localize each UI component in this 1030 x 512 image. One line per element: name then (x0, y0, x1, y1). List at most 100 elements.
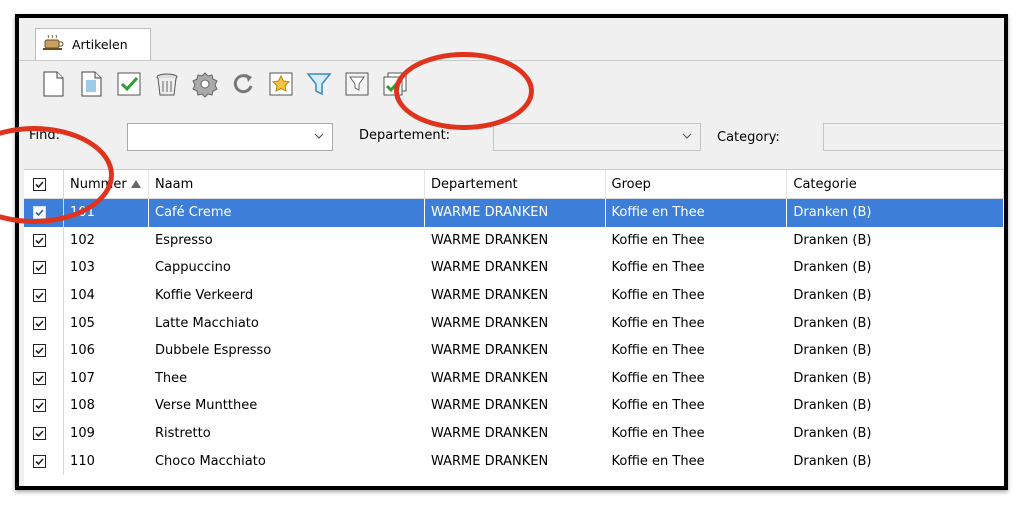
tab-label: Artikelen (72, 37, 128, 52)
select-all-checkbox[interactable] (24, 170, 65, 199)
cell-groep: Koffie en Thee (605, 364, 788, 393)
cell-categorie: Dranken (B) (786, 309, 1004, 337)
cell-nummer: 101 (63, 198, 149, 227)
row-checkbox[interactable] (24, 419, 65, 448)
row-checkbox[interactable] (24, 447, 65, 475)
cell-departement: WARME DRANKEN (424, 198, 606, 227)
filter-icon (305, 70, 333, 102)
cell-groep: Koffie en Thee (605, 336, 788, 365)
window-frame: Artikelen Find: Departement: Category: N… (15, 14, 1008, 490)
table-row[interactable]: 102 Espresso WARME DRANKEN Koffie en Thee Dr… (24, 226, 1004, 255)
column-header-categorie[interactable]: Categorie (786, 170, 1004, 199)
checkbox-checked-icon (33, 233, 46, 247)
chevron-down-icon (682, 130, 692, 140)
cell-naam: Koffie Verkeerd (148, 281, 425, 310)
new-button[interactable] (37, 70, 69, 102)
cell-naam: Latte Macchiato (148, 309, 425, 337)
table-row[interactable]: 106 Dubbele Espresso WARME DRANKEN Koffie e… (24, 336, 1004, 365)
cell-naam: Cappuccino (148, 254, 425, 282)
cell-departement: WARME DRANKEN (424, 447, 606, 475)
cell-naam: Verse Muntthee (148, 392, 425, 420)
row-checkbox[interactable] (24, 254, 65, 282)
table-row[interactable]: 105 Latte Macchiato WARME DRANKEN Koffie en… (24, 309, 1004, 337)
cell-nummer: 110 (63, 447, 149, 475)
column-header-nummer[interactable]: Nummer (63, 170, 149, 199)
chevron-down-icon (314, 130, 324, 140)
row-checkbox[interactable] (24, 198, 65, 227)
favorite-star-icon (267, 70, 295, 102)
table-row[interactable]: 107 Thee WARME DRANKEN Koffie en Thee Dranke… (24, 364, 1004, 393)
checkbox-checked-icon (33, 344, 46, 358)
cell-groep: Koffie en Thee (605, 419, 788, 448)
filter-button[interactable] (303, 70, 335, 102)
row-checkbox[interactable] (24, 226, 65, 255)
clear-filter-button[interactable] (341, 70, 373, 102)
delete-button[interactable] (151, 70, 183, 102)
checkmark-icon (115, 70, 143, 102)
departement-combobox[interactable] (493, 123, 701, 151)
table-row[interactable]: 103 Cappuccino WARME DRANKEN Koffie en Thee… (24, 254, 1004, 282)
cell-naam: Café Creme (148, 198, 425, 227)
cell-departement: WARME DRANKEN (424, 364, 606, 393)
refresh-button[interactable] (227, 70, 259, 102)
settings-button[interactable] (189, 70, 221, 102)
column-header-naam[interactable]: Naam (148, 170, 425, 199)
checkbox-checked-icon (33, 316, 46, 330)
coffee-cup-icon (42, 34, 64, 55)
filter-row: Find: Departement: Category: (19, 122, 1004, 154)
cell-categorie: Dranken (B) (786, 226, 1004, 255)
clear-filter-icon (343, 70, 371, 102)
row-checkbox[interactable] (24, 392, 65, 420)
row-checkbox[interactable] (24, 336, 65, 365)
find-combobox[interactable] (127, 123, 333, 151)
checkbox-checked-icon (33, 261, 46, 275)
row-checkbox[interactable] (24, 281, 65, 310)
cell-naam: Ristretto (148, 419, 425, 448)
checkbox-checked-icon (33, 177, 46, 191)
select-all-button[interactable] (379, 70, 411, 102)
cell-groep: Koffie en Thee (605, 447, 788, 475)
cell-groep: Koffie en Thee (605, 254, 788, 282)
cell-groep: Koffie en Thee (605, 309, 788, 337)
cell-nummer: 107 (63, 364, 149, 393)
checkbox-checked-icon (33, 427, 46, 441)
cell-categorie: Dranken (B) (786, 392, 1004, 420)
column-header-departement[interactable]: Departement (424, 170, 606, 199)
cell-groep: Koffie en Thee (605, 281, 788, 310)
favorite-button[interactable] (265, 70, 297, 102)
cell-groep: Koffie en Thee (605, 226, 788, 255)
cell-nummer: 109 (63, 419, 149, 448)
sort-ascending-icon (130, 180, 141, 188)
check-button[interactable] (113, 70, 145, 102)
tab-artikelen[interactable]: Artikelen (35, 28, 151, 60)
cell-categorie: Dranken (B) (786, 281, 1004, 310)
cell-categorie: Dranken (B) (786, 447, 1004, 475)
checkbox-checked-icon (33, 371, 46, 385)
edit-button[interactable] (75, 70, 107, 102)
table-row[interactable]: 108 Verse Muntthee WARME DRANKEN Koffie en … (24, 392, 1004, 420)
column-header-groep[interactable]: Groep (605, 170, 788, 199)
cell-naam: Dubbele Espresso (148, 336, 425, 365)
cell-departement: WARME DRANKEN (424, 254, 606, 282)
checkbox-checked-icon (33, 289, 46, 303)
table-row[interactable]: 109 Ristretto WARME DRANKEN Koffie en Thee D… (24, 419, 1004, 448)
cell-categorie: Dranken (B) (786, 198, 1004, 227)
delete-bin-icon (153, 70, 181, 102)
cell-categorie: Dranken (B) (786, 419, 1004, 448)
cell-nummer: 105 (63, 309, 149, 337)
gear-icon (191, 70, 219, 102)
find-label: Find: (29, 128, 61, 143)
cell-nummer: 104 (63, 281, 149, 310)
cell-categorie: Dranken (B) (786, 336, 1004, 365)
row-checkbox[interactable] (24, 364, 65, 393)
category-combobox[interactable] (823, 123, 1004, 151)
cell-naam: Espresso (148, 226, 425, 255)
new-document-icon (39, 70, 67, 102)
table-row[interactable]: 104 Koffie Verkeerd WARME DRANKEN Koffie en… (24, 281, 1004, 310)
toolbar (37, 66, 417, 106)
cell-nummer: 108 (63, 392, 149, 420)
table-row[interactable]: 110 Choco Macchiato WARME DRANKEN Koffie en… (24, 447, 1004, 475)
checkbox-checked-icon (33, 454, 46, 468)
row-checkbox[interactable] (24, 309, 65, 337)
table-row[interactable]: 101 Café Creme WARME DRANKEN Koffie en Thee… (24, 198, 1004, 227)
